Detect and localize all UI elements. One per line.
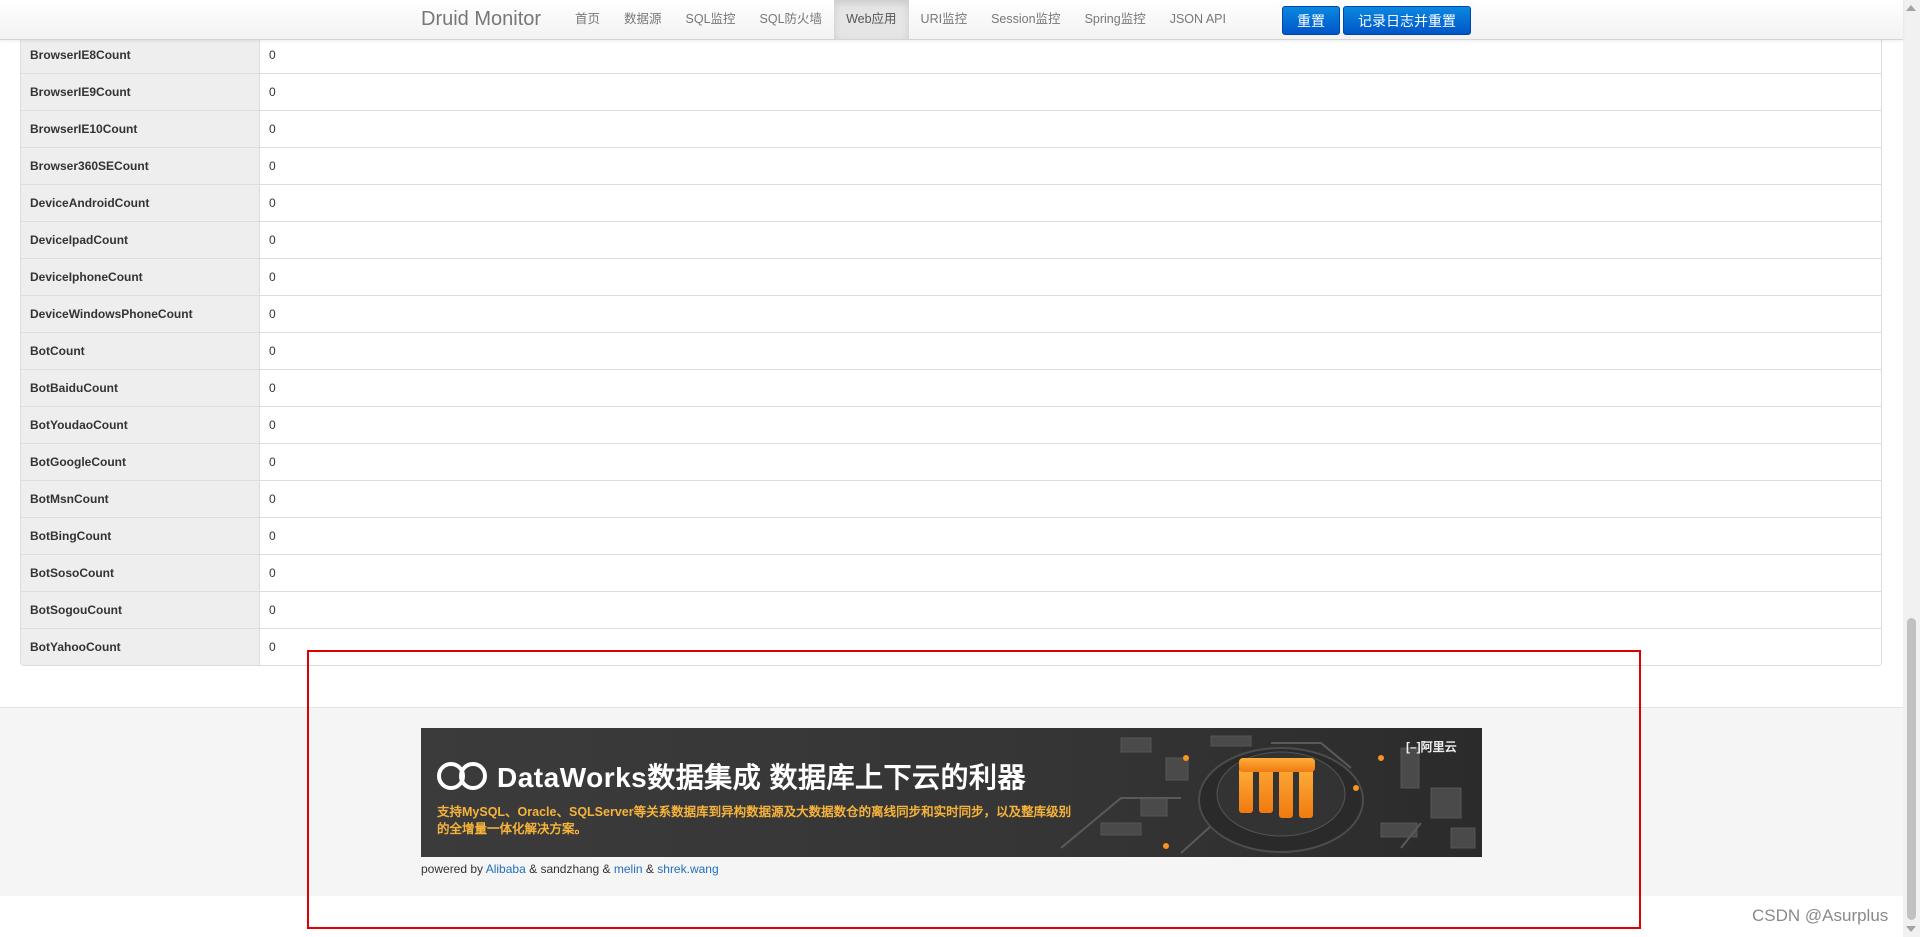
- table-row: BotBaiduCount 0: [21, 369, 1881, 407]
- stat-value: 0: [259, 110, 1881, 148]
- table-row: BrowserIE10Count 0: [21, 110, 1881, 148]
- stat-value: 0: [259, 443, 1881, 481]
- table-row: BotYahooCount 0: [21, 628, 1881, 665]
- scroll-up-arrow-icon[interactable]: [1906, 5, 1916, 11]
- stat-key: DeviceIphoneCount: [21, 258, 260, 296]
- stat-key: DeviceWindowsPhoneCount: [21, 295, 260, 333]
- reset-button[interactable]: 重置: [1282, 6, 1340, 35]
- stat-key: BotCount: [21, 332, 260, 370]
- csdn-watermark: CSDN @Asurplus: [1752, 906, 1889, 925]
- web-app-stats-table: BrowserIE8Count 0 BrowserIE9Count 0 BrowserI…: [20, 36, 1882, 666]
- stat-value: 0: [259, 517, 1881, 555]
- stat-key: BrowserIE10Count: [21, 110, 260, 148]
- alibaba-link[interactable]: Alibaba: [486, 862, 526, 876]
- table-row: BotGoogleCount 0: [21, 443, 1881, 481]
- stat-key: BrowserIE9Count: [21, 73, 260, 111]
- table-row: DeviceIphoneCount 0: [21, 258, 1881, 296]
- stat-value: 0: [259, 184, 1881, 222]
- nav-item-sql-firewall[interactable]: SQL防火墙: [748, 0, 835, 39]
- dataworks-logo-icon: [437, 762, 487, 790]
- stat-value: 0: [259, 628, 1881, 665]
- table-row: BotSogouCount 0: [21, 591, 1881, 629]
- nav-item-datasource[interactable]: 数据源: [612, 0, 674, 39]
- table-row: BotYoudaoCount 0: [21, 406, 1881, 444]
- nav-item-web-app[interactable]: Web应用: [834, 0, 909, 39]
- nav-item-uri-monitor[interactable]: URI监控: [909, 0, 980, 39]
- log-and-reset-button[interactable]: 记录日志并重置: [1343, 6, 1471, 35]
- scroll-down-arrow-icon[interactable]: [1906, 926, 1916, 932]
- scrollbar-thumb[interactable]: [1907, 618, 1916, 920]
- aliyun-bracket-icon: [–]: [1406, 740, 1421, 754]
- stat-value: 0: [259, 295, 1881, 333]
- banner-subtitle: 支持MySQL、Oracle、SQLServer等关系数据库到异构数据源及大数据…: [437, 805, 1072, 836]
- nav-item-home[interactable]: 首页: [563, 0, 612, 39]
- stat-value: 0: [259, 36, 1881, 74]
- powered-by-text: powered by: [421, 862, 484, 876]
- sandzhang-name: sandzhang: [540, 862, 600, 876]
- ampersand: &: [529, 862, 538, 876]
- aliyun-logo-text: 阿里云: [1420, 740, 1457, 754]
- stat-key: DeviceIpadCount: [21, 221, 260, 259]
- stat-key: Browser360SECount: [21, 147, 260, 185]
- stat-key: BotGoogleCount: [21, 443, 260, 481]
- stat-value: 0: [259, 369, 1881, 407]
- table-row: BotCount 0: [21, 332, 1881, 370]
- nav-menu: 首页 数据源 SQL监控 SQL防火墙 Web应用 URI监控 Session监…: [563, 0, 1238, 39]
- table-row: DeviceAndroidCount 0: [21, 184, 1881, 222]
- table-row: Browser360SECount 0: [21, 147, 1881, 185]
- banner-title: DataWorks数据集成 数据库上下云的利器: [497, 762, 1027, 793]
- table-row: BotMsnCount 0: [21, 480, 1881, 518]
- brand-title[interactable]: Druid Monitor: [421, 0, 541, 39]
- table-row: BrowserIE9Count 0: [21, 73, 1881, 111]
- ampersand: &: [602, 862, 611, 876]
- stat-value: 0: [259, 554, 1881, 592]
- stat-key: BrowserIE8Count: [21, 36, 260, 74]
- nav-item-spring-monitor[interactable]: Spring监控: [1073, 0, 1158, 39]
- stat-value: 0: [259, 591, 1881, 629]
- nav-item-session-monitor[interactable]: Session监控: [979, 0, 1072, 39]
- page-footer: DataWorks数据集成 数据库上下云的利器 支持MySQL、Oracle、S…: [0, 707, 1903, 896]
- nav-item-sql-monitor[interactable]: SQL监控: [674, 0, 748, 39]
- stat-key: BotSosoCount: [21, 554, 260, 592]
- stat-key: BotBaiduCount: [21, 369, 260, 407]
- aliyun-logo: [–]阿里云: [1406, 738, 1457, 755]
- stat-key: DeviceAndroidCount: [21, 184, 260, 222]
- stat-value: 0: [259, 147, 1881, 185]
- stat-value: 0: [259, 332, 1881, 370]
- shrek-wang-link[interactable]: shrek.wang: [657, 862, 718, 876]
- top-navbar: Druid Monitor 首页 数据源 SQL监控 SQL防火墙 Web应用 …: [0, 0, 1903, 40]
- stat-key: BotSogouCount: [21, 591, 260, 629]
- stat-key: BotMsnCount: [21, 480, 260, 518]
- table-row: DeviceIpadCount 0: [21, 221, 1881, 259]
- stat-key: BotBingCount: [21, 517, 260, 555]
- stat-value: 0: [259, 258, 1881, 296]
- powered-by-credits: powered by Alibaba & sandzhang & melin &…: [421, 862, 719, 876]
- stat-value: 0: [259, 73, 1881, 111]
- table-row: BrowserIE8Count 0: [21, 36, 1881, 74]
- nav-item-json-api[interactable]: JSON API: [1158, 0, 1238, 39]
- table-row: DeviceWindowsPhoneCount 0: [21, 295, 1881, 333]
- vertical-scrollbar[interactable]: [1903, 0, 1920, 937]
- ampersand: &: [645, 862, 654, 876]
- stat-value: 0: [259, 221, 1881, 259]
- table-row: BotSosoCount 0: [21, 554, 1881, 592]
- stat-key: BotYoudaoCount: [21, 406, 260, 444]
- dataworks-ad-banner[interactable]: DataWorks数据集成 数据库上下云的利器 支持MySQL、Oracle、S…: [421, 728, 1482, 857]
- table-row: BotBingCount 0: [21, 517, 1881, 555]
- stat-value: 0: [259, 406, 1881, 444]
- stat-key: BotYahooCount: [21, 628, 260, 665]
- stat-value: 0: [259, 480, 1881, 518]
- melin-link[interactable]: melin: [614, 862, 643, 876]
